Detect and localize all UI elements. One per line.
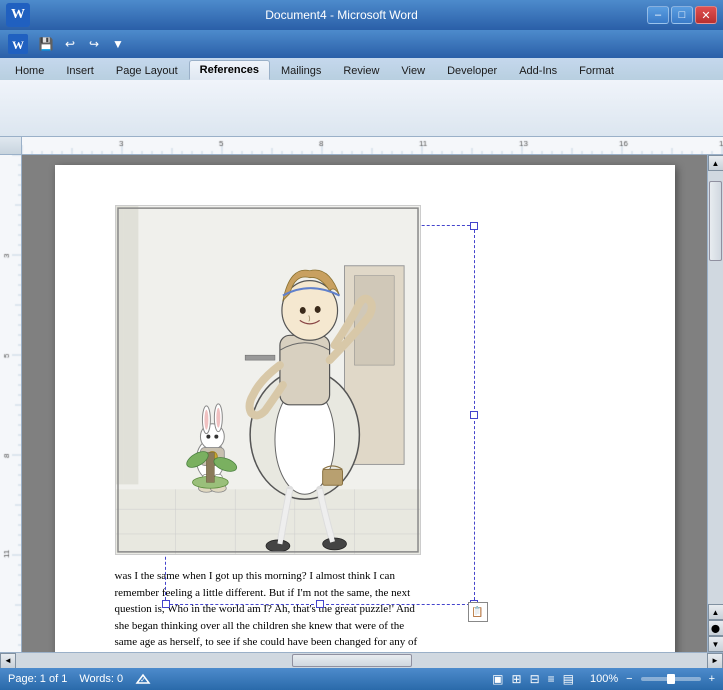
scrollbar-vertical[interactable]: ▲ ▲ ⬤ ▼ (707, 155, 723, 652)
tab-addins[interactable]: Add-Ins (508, 60, 568, 80)
scroll-thumb-horizontal[interactable] (292, 654, 412, 667)
title-bar: W Document4 - Microsoft Word – □ ✕ (0, 0, 723, 30)
tab-developer[interactable]: Developer (436, 60, 508, 80)
window-title: Document4 - Microsoft Word (36, 8, 647, 22)
view-draft-icon[interactable]: ▤ (563, 672, 574, 686)
minimize-button[interactable]: – (647, 6, 669, 24)
tab-mailings[interactable]: Mailings (270, 60, 332, 80)
ruler-horizontal (22, 137, 723, 155)
scroll-track-horizontal[interactable] (16, 653, 707, 668)
handle-bottom-right[interactable] (470, 600, 478, 608)
scroll-up-button[interactable]: ▲ (708, 155, 723, 171)
word-count: Words: 0 (79, 673, 123, 685)
close-button[interactable]: ✕ (695, 6, 717, 24)
prev-page-button[interactable]: ▲ (708, 604, 723, 620)
view-fullscreen-icon[interactable]: ⊞ (512, 672, 522, 686)
app-window: W Document4 - Microsoft Word – □ ✕ W 💾 ↩… (0, 0, 723, 690)
view-web-icon[interactable]: ⊟ (530, 672, 540, 686)
ruler-corner (0, 137, 22, 155)
alice-illustration (115, 205, 421, 555)
word-logo-icon: W (8, 34, 28, 54)
next-page-button[interactable]: ▼ (708, 636, 723, 652)
save-icon[interactable]: 💾 (36, 34, 56, 54)
maximize-button[interactable]: □ (671, 6, 693, 24)
svg-text:✓: ✓ (140, 677, 146, 684)
ruler-vertical (0, 155, 22, 652)
scrollbar-horizontal[interactable]: ◄ ► (0, 652, 723, 668)
handle-top-right[interactable] (470, 222, 478, 230)
scroll-left-button[interactable]: ◄ (0, 653, 16, 669)
zoom-level: 100% (590, 673, 618, 685)
ribbon: Home Insert Page Layout References Maili… (0, 58, 723, 137)
document-page: 📋 (55, 165, 675, 652)
handle-middle-right[interactable] (470, 411, 478, 419)
svg-text:W: W (12, 38, 24, 52)
tab-insert[interactable]: Insert (55, 60, 105, 80)
redo-icon[interactable]: ↪ (84, 34, 104, 54)
ribbon-tabs: Home Insert Page Layout References Maili… (0, 58, 723, 80)
select-browse-button[interactable]: ⬤ (708, 620, 723, 636)
quick-access-toolbar: W 💾 ↩ ↪ ▼ (0, 30, 723, 58)
scroll-thumb-vertical[interactable] (709, 181, 722, 261)
ribbon-content (0, 80, 723, 136)
tab-review[interactable]: Review (332, 60, 390, 80)
image-container[interactable]: 📋 (115, 205, 421, 555)
page-info: Page: 1 of 1 (8, 673, 67, 685)
customize-qa-icon[interactable]: ▼ (108, 34, 128, 54)
word-app-icon: W (6, 3, 30, 27)
status-right-group: ▣ ⊞ ⊟ ≡ ▤ 100% − + (492, 672, 715, 686)
zoom-out-button[interactable]: − (626, 673, 632, 685)
bottom-area: ◄ ► Page: 1 of 1 Words: 0 ✓ ▣ ⊞ ⊟ ≡ ▤ (0, 652, 723, 690)
alice-svg-image (116, 206, 420, 554)
paste-options-icon[interactable]: 📋 (468, 602, 488, 622)
word-count-text: Words: 0 (79, 673, 123, 685)
zoom-slider[interactable] (641, 677, 701, 681)
document-area[interactable]: 📋 (22, 155, 707, 652)
proofing-icon[interactable]: ✓ (135, 671, 151, 687)
window-controls: – □ ✕ (647, 6, 717, 24)
content-row: 📋 (0, 155, 723, 652)
ruler-area (0, 137, 723, 155)
status-bar: Page: 1 of 1 Words: 0 ✓ ▣ ⊞ ⊟ ≡ ▤ 100% −… (0, 668, 723, 690)
view-outline-icon[interactable]: ≡ (548, 672, 555, 686)
tab-format[interactable]: Format (568, 60, 625, 80)
undo-icon[interactable]: ↩ (60, 34, 80, 54)
scroll-track-vertical[interactable] (708, 171, 723, 604)
tab-references[interactable]: References (189, 60, 270, 80)
tab-view[interactable]: View (390, 60, 436, 80)
document-text: was I the same when I got up this mornin… (115, 568, 425, 652)
tab-home[interactable]: Home (4, 60, 55, 80)
page-info-text: Page: 1 of 1 (8, 673, 67, 685)
zoom-in-button[interactable]: + (709, 673, 715, 685)
scroll-right-button[interactable]: ► (707, 653, 723, 669)
view-normal-icon[interactable]: ▣ (492, 672, 503, 686)
tab-pagelayout[interactable]: Page Layout (105, 60, 189, 80)
